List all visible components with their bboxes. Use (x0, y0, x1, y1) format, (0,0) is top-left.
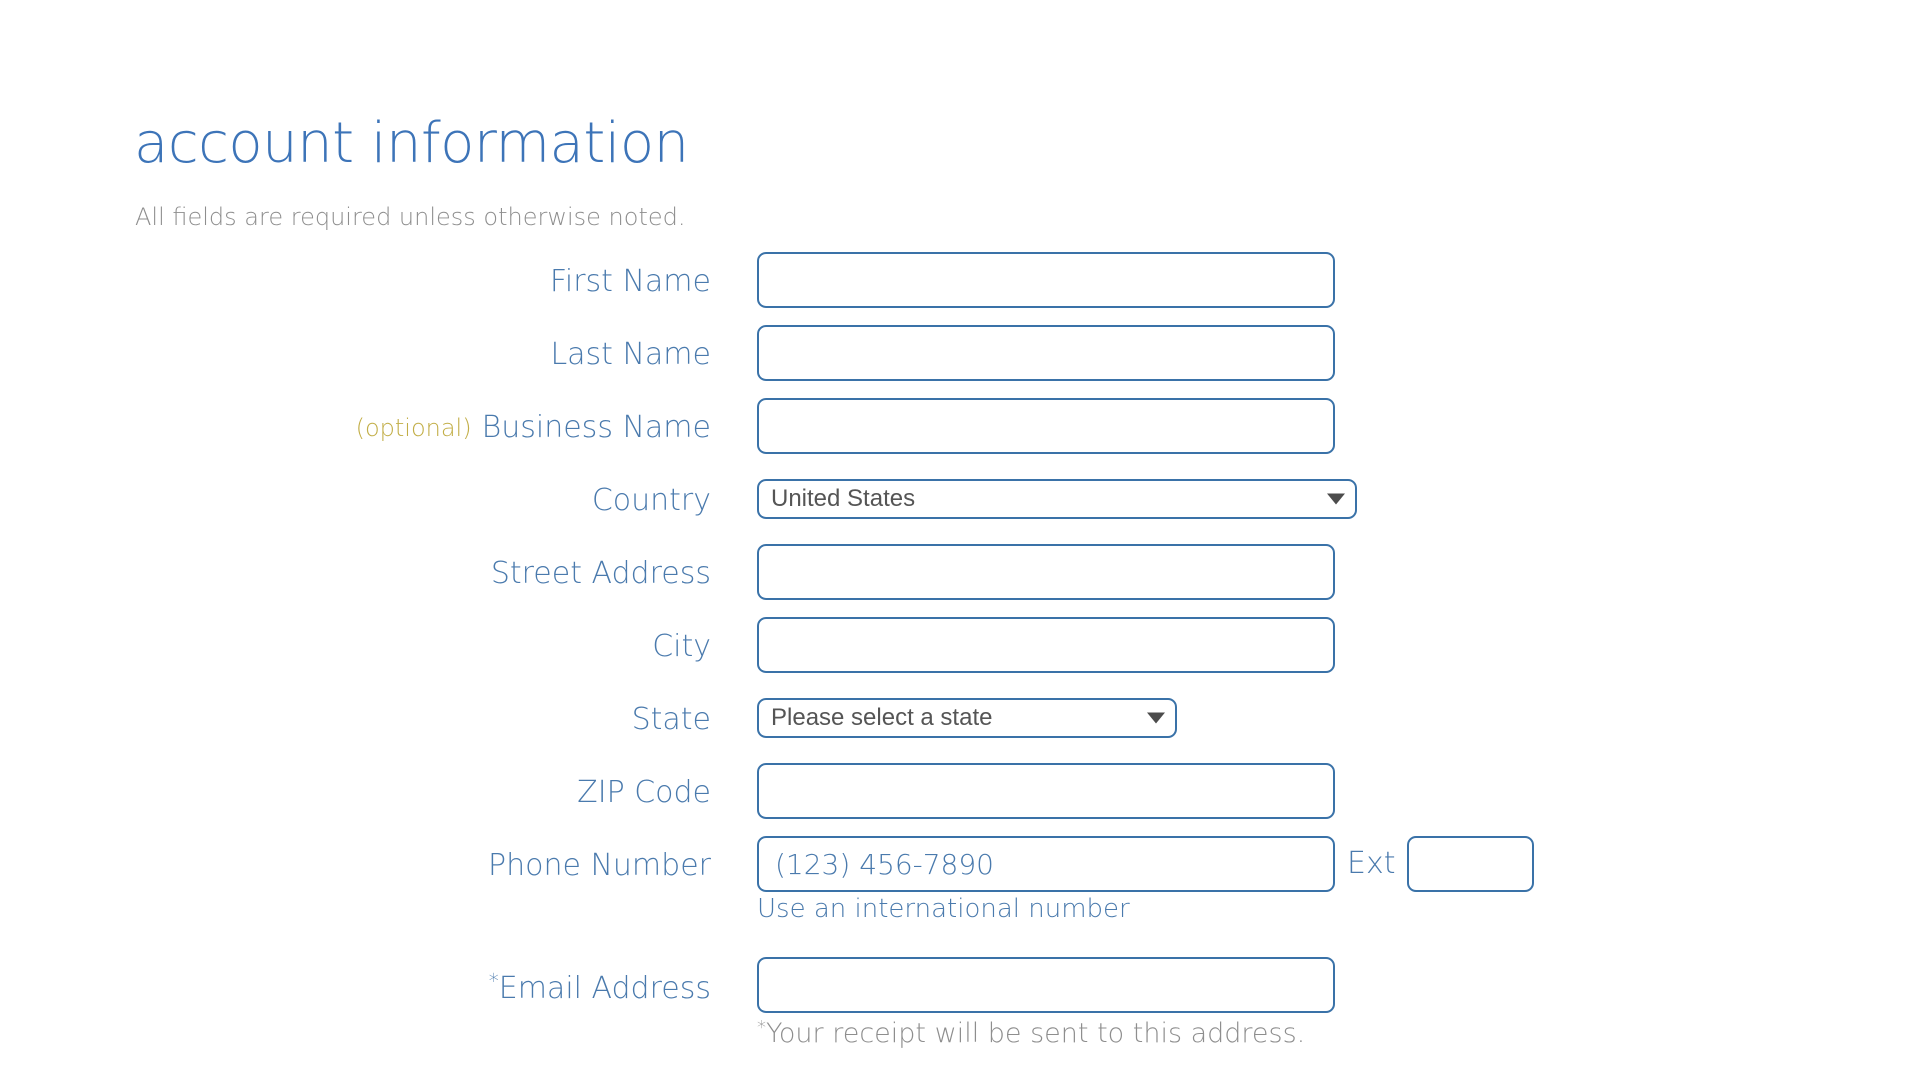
last-name-control (757, 325, 1335, 381)
page-subtitle: All fields are required unless otherwise… (135, 203, 686, 231)
ext-label: Ext (1347, 846, 1396, 881)
phone-number-control: Ext (757, 836, 1535, 892)
first-name-label-cell: First Name (550, 252, 711, 312)
street-address-label: Street Address (490, 556, 711, 591)
form-row-email-address: *Email Address *Your receipt will be sen… (0, 957, 1907, 1047)
state-select[interactable]: Please select a state (757, 698, 1177, 738)
form-row-first-name: First Name (0, 252, 1907, 325)
city-label-cell: City (652, 617, 711, 677)
phone-number-group: Ext (757, 836, 1535, 892)
email-receipt-note-text: Your receipt will be sent to this addres… (766, 1018, 1306, 1049)
first-name-input[interactable] (757, 252, 1335, 308)
country-select-wrap[interactable]: United States (757, 479, 1357, 519)
required-asterisk-icon: * (488, 968, 499, 993)
street-address-input[interactable] (757, 544, 1335, 600)
state-label-cell: State (632, 690, 711, 750)
street-address-control (757, 544, 1335, 600)
form-row-street-address: Street Address (0, 544, 1907, 617)
page-title: account information (134, 110, 689, 176)
email-address-label-cell: *Email Address (489, 957, 711, 1017)
last-name-label: Last Name (550, 337, 711, 372)
phone-number-label: Phone Number (488, 848, 711, 883)
state-control: Please select a state (757, 690, 1177, 742)
email-address-control (757, 957, 1335, 1013)
email-receipt-note: *Your receipt will be sent to this addre… (757, 1017, 1306, 1049)
first-name-label: First Name (549, 264, 711, 299)
phone-number-label-cell: Phone Number (488, 836, 711, 896)
first-name-control (757, 252, 1335, 308)
zip-code-control (757, 763, 1335, 819)
business-name-input[interactable] (757, 398, 1335, 454)
zip-code-input[interactable] (757, 763, 1335, 819)
form-row-phone-number: Phone Number Ext Use an international nu… (0, 836, 1907, 922)
state-label: State (631, 702, 711, 737)
zip-code-label-cell: ZIP Code (577, 763, 711, 823)
phone-number-input[interactable] (757, 836, 1335, 892)
country-label-cell: Country (592, 471, 711, 531)
form-row-city: City (0, 617, 1907, 690)
international-number-link[interactable]: Use an international number (757, 896, 1130, 922)
email-address-label-text: Email Address (498, 970, 711, 1006)
email-address-label: *Email Address (489, 971, 711, 1004)
business-name-control (757, 398, 1335, 454)
account-information-form: First Name Last Name (optional) Business… (0, 252, 1907, 1047)
last-name-label-cell: Last Name (550, 325, 711, 385)
email-address-input[interactable] (757, 957, 1335, 1013)
business-name-label: Business Name (481, 410, 711, 445)
state-select-wrap[interactable]: Please select a state (757, 698, 1177, 738)
country-select[interactable]: United States (757, 479, 1357, 519)
account-information-page: account information All fields are requi… (0, 0, 1907, 1085)
business-name-label-cell: (optional) Business Name (356, 398, 711, 458)
city-control (757, 617, 1335, 673)
country-control: United States (757, 471, 1357, 523)
city-input[interactable] (757, 617, 1335, 673)
form-row-country: Country United States (0, 471, 1907, 544)
city-label: City (652, 629, 711, 664)
last-name-input[interactable] (757, 325, 1335, 381)
street-address-label-cell: Street Address (491, 544, 711, 604)
business-name-optional-tag: (optional) (355, 414, 472, 442)
form-row-last-name: Last Name (0, 325, 1907, 398)
zip-code-label: ZIP Code (577, 775, 711, 810)
form-row-business-name: (optional) Business Name (0, 398, 1907, 471)
note-asterisk-icon: * (757, 1017, 766, 1038)
form-row-state: State Please select a state (0, 690, 1907, 763)
ext-input[interactable] (1407, 836, 1535, 892)
form-row-zip-code: ZIP Code (0, 763, 1907, 836)
country-label: Country (591, 483, 711, 518)
